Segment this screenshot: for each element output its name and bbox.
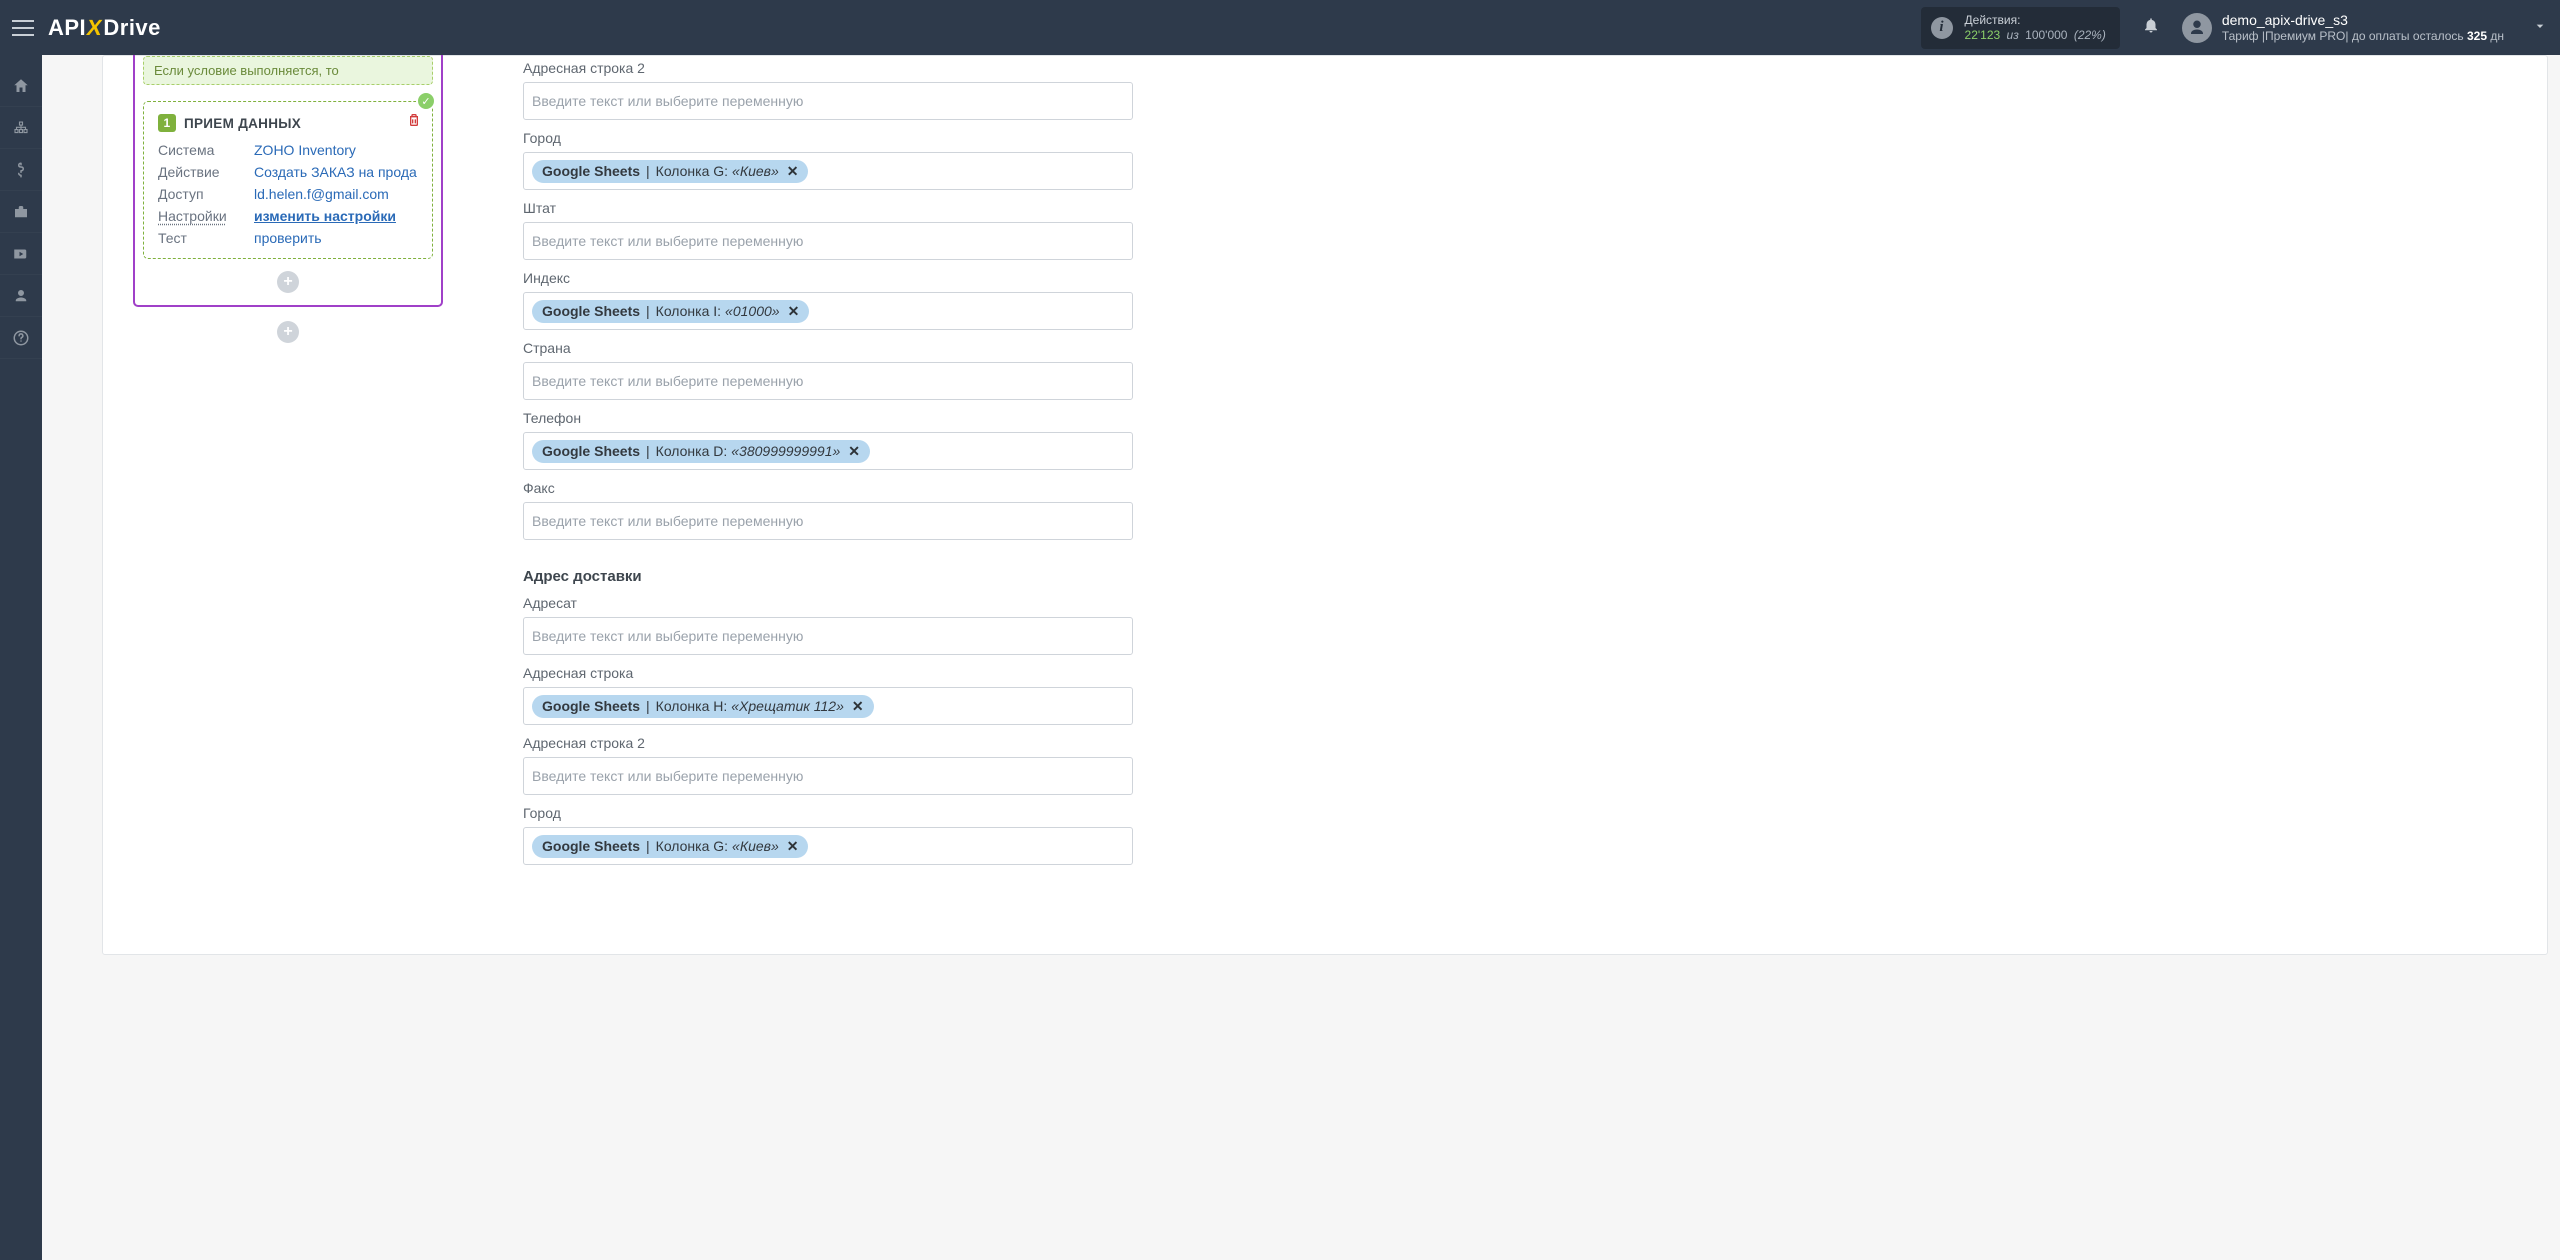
chip-ship-city[interactable]: Google Sheets | Колонка G: «Киев»✕ [532,835,808,858]
chip-ship-addr[interactable]: Google Sheets | Колонка H: «Хрещатик 112… [532,695,874,718]
chip-index[interactable]: Google Sheets | Колонка I: «01000»✕ [532,300,809,323]
actions-total: 100'000 [2025,28,2067,42]
nav-briefcase[interactable] [0,191,42,233]
actions-percent: (22%) [2074,28,2106,42]
field-ship-addr[interactable]: Google Sheets | Колонка H: «Хрещатик 112… [523,687,1133,725]
label-addr2: Адресная строка 2 [523,60,1133,76]
step-settings-link[interactable]: изменить настройки [254,208,418,224]
chip-remove-icon[interactable]: ✕ [788,303,800,320]
step-test-link[interactable]: проверить [254,230,418,246]
field-city[interactable]: Google Sheets | Колонка G: «Киев»✕ [523,152,1133,190]
chip-phone[interactable]: Google Sheets | Колонка D: «380999999991… [532,440,870,463]
label-country: Страна [523,340,1133,356]
nav-video[interactable] [0,233,42,275]
chip-remove-icon[interactable]: ✕ [848,443,860,460]
add-step-inner-button[interactable]: + [277,271,299,293]
actions-used: 22'123 [1965,28,2001,42]
workflow-container: Если условие выполняется, то ✓ 1 ПРИЕМ Д… [133,55,443,307]
nav-home[interactable] [0,65,42,107]
actions-label: Действия: [1965,13,2106,28]
label-ship-city: Город [523,805,1133,821]
field-phone[interactable]: Google Sheets | Колонка D: «380999999991… [523,432,1133,470]
label-ship-addr2: Адресная строка 2 [523,735,1133,751]
menu-button[interactable] [12,20,34,36]
chip-remove-icon[interactable]: ✕ [787,838,799,855]
top-bar: APIXDrive i Действия: 22'123 из 100'000 … [0,0,2560,55]
field-fax[interactable] [523,502,1133,540]
label-phone: Телефон [523,410,1133,426]
label-city: Город [523,130,1133,146]
chevron-down-icon[interactable] [2532,18,2548,37]
step-access: ld.helen.f@gmail.com [254,186,418,202]
label-fax: Факс [523,480,1133,496]
input-ship-to[interactable] [532,622,1124,650]
input-state[interactable] [532,227,1124,255]
tariff-line: Тариф |Премиум PRO| до оплаты осталось 3… [2222,29,2504,45]
input-fax[interactable] [532,507,1124,535]
nav-account[interactable] [0,275,42,317]
notifications-bell-icon[interactable] [2142,16,2160,39]
label-ship-to: Адресат [523,595,1133,611]
label-index: Индекс [523,270,1133,286]
input-country[interactable] [532,367,1124,395]
chip-remove-icon[interactable]: ✕ [787,163,799,180]
field-state[interactable] [523,222,1133,260]
section-shipping: Адрес доставки [523,568,1133,585]
user-menu[interactable]: demo_apix-drive_s3 Тариф |Премиум PRO| д… [2182,11,2504,45]
step-action: Создать ЗАКАЗ на прода [254,164,418,180]
input-ship-addr2[interactable] [532,762,1124,790]
delete-step-button[interactable] [406,112,422,131]
workflow-condition: Если условие выполняется, то [143,56,433,85]
avatar-icon [2182,13,2212,43]
field-ship-addr2[interactable] [523,757,1133,795]
chip-remove-icon[interactable]: ✕ [852,698,864,715]
info-icon: i [1931,17,1953,39]
step-system: ZOHO Inventory [254,142,418,158]
actions-counter[interactable]: i Действия: 22'123 из 100'000 (22%) [1921,7,2120,49]
left-rail [0,55,42,1260]
add-step-outer-button[interactable]: + [277,321,299,343]
step-title: ПРИЕМ ДАННЫХ [184,116,301,131]
field-country[interactable] [523,362,1133,400]
check-icon: ✓ [416,91,436,111]
chip-city[interactable]: Google Sheets | Колонка G: «Киев»✕ [532,160,808,183]
field-addr2[interactable] [523,82,1133,120]
nav-billing[interactable] [0,149,42,191]
field-ship-to[interactable] [523,617,1133,655]
field-index[interactable]: Google Sheets | Колонка I: «01000»✕ [523,292,1133,330]
nav-help[interactable] [0,317,42,359]
nav-connections[interactable] [0,107,42,149]
step-badge: 1 [158,114,176,132]
workflow-step-1[interactable]: ✓ 1 ПРИЕМ ДАННЫХ Система ZOHO Inventory [143,101,433,259]
logo[interactable]: APIXDrive [48,15,161,41]
input-addr2[interactable] [532,87,1124,115]
field-ship-city[interactable]: Google Sheets | Колонка G: «Киев»✕ [523,827,1133,865]
label-state: Штат [523,200,1133,216]
user-name: demo_apix-drive_s3 [2222,11,2504,29]
label-ship-addr: Адресная строка [523,665,1133,681]
